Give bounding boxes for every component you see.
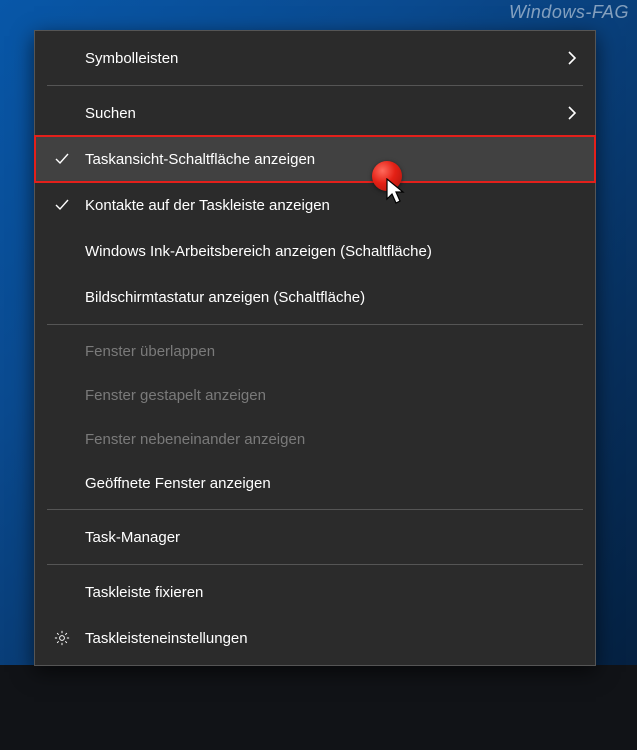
check-icon [53,196,71,214]
menu-item-label: Geöffnete Fenster anzeigen [85,475,553,492]
gear-icon [53,629,71,647]
menu-item-task-manager[interactable]: Task-Manager [35,514,595,560]
menu-item-label: Fenster gestapelt anzeigen [85,387,553,404]
menu-item-taskbar-settings[interactable]: Taskleisteneinstellungen [35,615,595,661]
menu-separator [47,324,583,325]
menu-item-cascade-windows: Fenster überlappen [35,329,595,373]
submenu-indicator [553,105,577,121]
chevron-right-icon [567,105,577,121]
menu-separator [47,85,583,86]
menu-item-show-desktop[interactable]: Geöffnete Fenster anzeigen [35,461,595,505]
taskbar-context-menu: Symbolleisten Suchen Taskansicht-Schaltf… [34,30,596,666]
menu-item-label: Suchen [85,105,553,122]
icon-slot [53,629,85,647]
taskbar-background [0,665,637,750]
check-icon [53,150,71,168]
menu-item-side-by-side-windows: Fenster nebeneinander anzeigen [35,417,595,461]
menu-item-label: Bildschirmtastatur anzeigen (Schaltfläch… [85,289,553,306]
menu-item-label: Symbolleisten [85,50,553,67]
menu-item-label: Taskansicht-Schaltfläche anzeigen [85,151,553,168]
menu-item-label: Fenster nebeneinander anzeigen [85,431,553,448]
menu-item-label: Task-Manager [85,529,553,546]
cursor-icon [386,178,408,206]
menu-separator [47,509,583,510]
menu-item-touch-keyboard[interactable]: Bildschirmtastatur anzeigen (Schaltfläch… [35,274,595,320]
watermark-text: Windows-FAG [509,2,629,23]
menu-item-stacked-windows: Fenster gestapelt anzeigen [35,373,595,417]
menu-item-taskview-button[interactable]: Taskansicht-Schaltfläche anzeigen [35,136,595,182]
menu-item-contacts[interactable]: Kontakte auf der Taskleiste anzeigen [35,182,595,228]
menu-item-search[interactable]: Suchen [35,90,595,136]
icon-slot [53,150,85,168]
menu-item-label: Kontakte auf der Taskleiste anzeigen [85,197,553,214]
menu-item-ink-workspace[interactable]: Windows Ink-Arbeitsbereich anzeigen (Sch… [35,228,595,274]
icon-slot [53,196,85,214]
menu-item-label: Windows Ink-Arbeitsbereich anzeigen (Sch… [85,243,553,260]
menu-item-lock-taskbar[interactable]: Taskleiste fixieren [35,569,595,615]
menu-item-label: Taskleiste fixieren [85,584,553,601]
menu-item-label: Fenster überlappen [85,343,553,360]
menu-item-label: Taskleisteneinstellungen [85,630,553,647]
chevron-right-icon [567,50,577,66]
menu-separator [47,564,583,565]
menu-item-toolbars[interactable]: Symbolleisten [35,35,595,81]
submenu-indicator [553,50,577,66]
